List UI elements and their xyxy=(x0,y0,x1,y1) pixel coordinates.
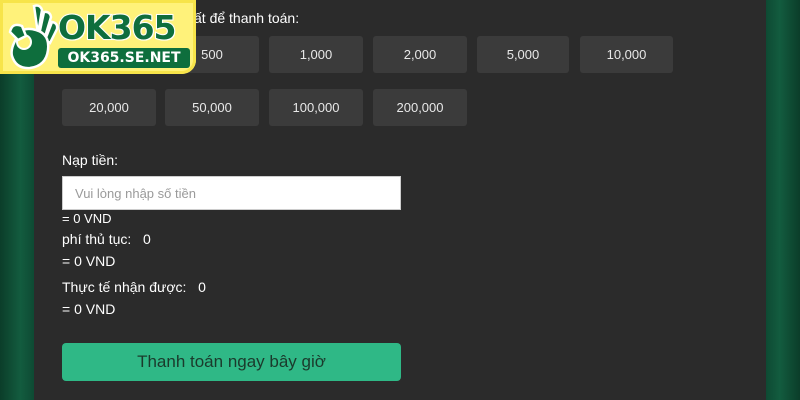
amount-button-2000[interactable]: 2,000 xyxy=(373,36,467,73)
brand-name: OK365 xyxy=(57,7,178,48)
amount-button-20000[interactable]: 20,000 xyxy=(62,89,156,126)
amount-button-1000[interactable]: 1,000 xyxy=(269,36,363,73)
amount-button-5000[interactable]: 5,000 xyxy=(477,36,569,73)
pay-now-button[interactable]: Thanh toán ngay bây giờ xyxy=(62,343,401,381)
quick-amount-label: ất để thanh toán: xyxy=(194,10,300,26)
amount-button-50000[interactable]: 50,000 xyxy=(165,89,259,126)
fee-value: 0 xyxy=(142,231,151,247)
ok-hand-icon xyxy=(8,4,59,70)
amount-button-10000[interactable]: 10,000 xyxy=(580,36,673,73)
received-label: Thực tế nhận được: xyxy=(62,279,187,295)
received-value: 0 xyxy=(198,279,206,295)
received-converted: = 0 VND xyxy=(62,301,116,317)
amount-button-200000[interactable]: 200,000 xyxy=(373,89,467,126)
deposit-label: Nạp tiền: xyxy=(62,152,119,168)
brand-domain: OK365.SE.NET xyxy=(58,48,190,68)
background-right xyxy=(766,0,800,400)
deposit-amount-input[interactable] xyxy=(62,176,401,210)
brand-logo: OK365 OK365.SE.NET xyxy=(0,0,196,74)
fee-converted: = 0 VND xyxy=(62,253,116,269)
fee-label: phí thủ tục: xyxy=(62,231,132,247)
received-row: Thực tế nhận được: 0 xyxy=(62,279,206,295)
fee-row: phí thủ tục: 0 xyxy=(62,231,151,247)
amount-button-100000[interactable]: 100,000 xyxy=(269,89,363,126)
deposit-converted: = 0 VND xyxy=(62,211,112,226)
